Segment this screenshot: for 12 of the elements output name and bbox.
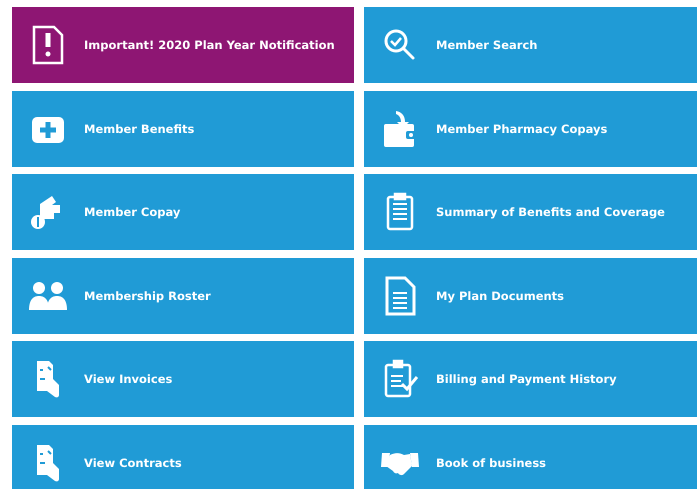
menu-tile[interactable]: View Contracts — [12, 424, 354, 489]
menu-tile[interactable]: Member Copay — [12, 174, 354, 250]
menu-tile[interactable]: Summary of Benefits and Coverage — [364, 174, 697, 250]
menu-tile[interactable]: Important! 2020 Plan Year Notification — [12, 7, 354, 83]
menu-tile[interactable]: Member Pharmacy Copays — [364, 90, 697, 166]
menu-tile[interactable]: View Invoices — [12, 341, 354, 417]
menu-tile[interactable]: Book of business — [364, 424, 697, 489]
menu-tile[interactable]: Member Benefits — [12, 90, 354, 166]
menu-tile[interactable]: My Plan Documents — [364, 258, 697, 334]
menu-tile[interactable]: Membership Roster — [12, 258, 354, 334]
menu-tile[interactable]: Member Search — [364, 7, 697, 83]
menu-tile[interactable]: Billing and Payment History — [364, 341, 697, 417]
